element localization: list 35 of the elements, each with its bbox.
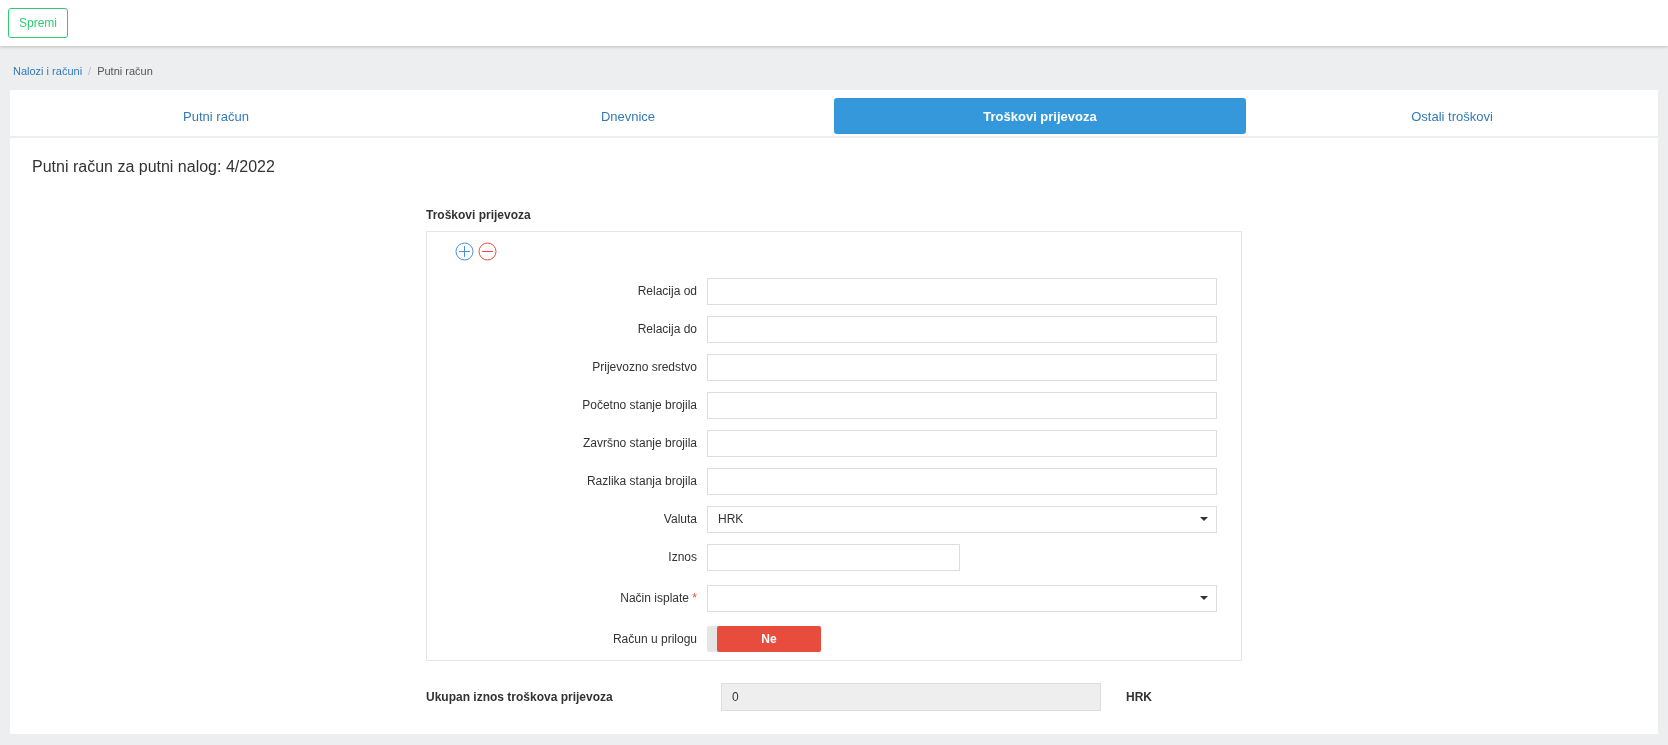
page-title: Putni račun za putni nalog: 4/2022 [32,158,276,176]
tab[interactable]: Dnevnice [422,98,834,134]
input-field[interactable] [707,277,1217,305]
remove-icon[interactable] [478,242,497,261]
total-field[interactable]: 0 [721,683,1101,711]
input-field[interactable] [707,315,1217,343]
tab[interactable]: Troškovi prijevoza [834,98,1246,134]
select-field[interactable] [707,584,1217,612]
field-label: Prijevozno sredstvo [591,360,697,374]
field-label: Račun u prilogu [611,632,697,646]
input-field[interactable] [707,543,960,571]
input-field[interactable] [707,467,1217,495]
section-title: Troškovi prijevoza [426,208,532,222]
tab[interactable]: Putni račun [10,98,422,134]
caret-icon [1200,596,1208,600]
currency-label: HRK [1126,690,1152,704]
tab[interactable]: Ostali troškovi [1246,98,1658,134]
field-label: Valuta [662,512,697,526]
field-label: Relacija od [636,284,697,298]
field-label: Iznos [667,550,697,564]
input-field[interactable] [707,353,1217,381]
field-label: Početno stanje brojila [581,398,697,412]
breadcrumb-link[interactable]: Nalozi i računi [13,65,83,90]
field-label: Razlika stanja brojila [585,474,697,488]
breadcrumb-current: Putni račun [97,65,153,79]
select-field[interactable]: HRK [707,505,1217,533]
field-label: Završno stanje brojila [581,436,697,450]
total-label: Ukupan iznos troškova prijevoza [426,690,614,704]
input-field[interactable] [707,429,1217,457]
field-label: Način isplate * [619,591,697,605]
field-label: Relacija do [636,322,697,336]
breadcrumb-separator: / [88,65,92,79]
caret-icon [1200,517,1208,521]
input-field[interactable] [707,391,1217,419]
add-icon[interactable] [455,242,474,261]
